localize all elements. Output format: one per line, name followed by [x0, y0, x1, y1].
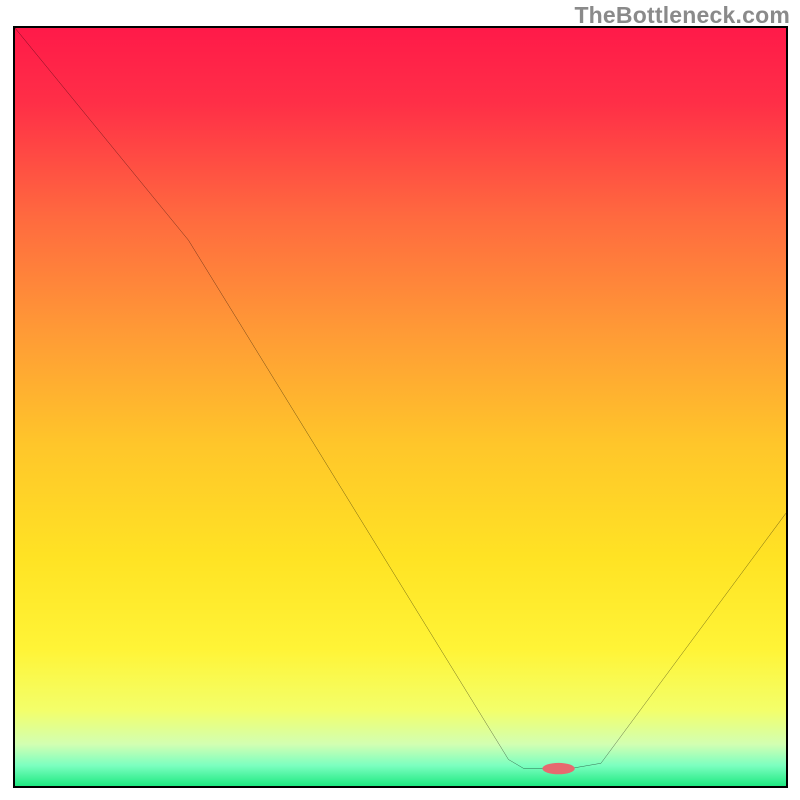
chart-background [15, 28, 786, 786]
chart-svg [15, 28, 786, 786]
watermark-text: TheBottleneck.com [574, 2, 790, 29]
chart-marker [542, 763, 574, 774]
chart-frame [13, 26, 788, 788]
